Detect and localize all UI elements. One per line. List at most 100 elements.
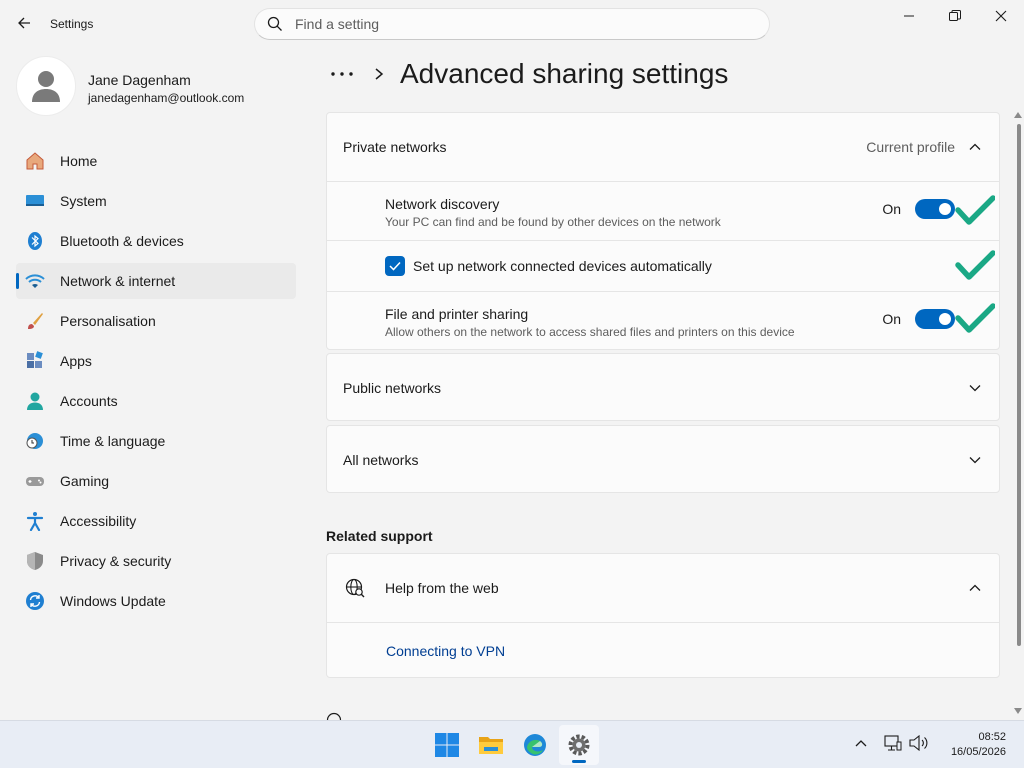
chevron-up-icon [969,584,981,591]
gaming-icon [26,477,44,486]
checkbox-check-icon [389,261,401,271]
edge-button[interactable] [515,725,555,765]
scroll-down-arrow-icon[interactable] [1014,708,1022,714]
search-box[interactable] [254,8,770,40]
sidebar-item-label: Home [60,153,98,169]
related-support-title: Related support [326,528,433,544]
network-discovery-title: Network discovery [385,196,500,212]
sidebar-item-label: Apps [60,353,92,369]
sidebar-item-accounts[interactable]: Accounts [16,383,296,419]
sidebar-item-apps[interactable]: Apps [16,343,296,379]
sidebar-item-privacy[interactable]: Privacy & security [16,543,296,579]
maximize-icon [949,10,961,21]
system-icon [26,195,44,206]
file-printer-sharing-toggle[interactable] [915,309,955,329]
sidebar-item-label: Accounts [60,393,118,409]
bluetooth-icon [28,232,42,250]
file-printer-sharing-desc: Allow others on the network to access sh… [385,325,795,339]
network-discovery-toggle[interactable] [915,199,955,219]
app-title: Settings [50,17,94,31]
all-networks-label: All networks [343,452,419,468]
help-from-web-header[interactable]: Help from the web [327,554,999,622]
chevron-right-icon [375,68,384,80]
auto-setup-row: Set up network connected devices automat… [327,240,999,291]
checkmark-annotation-icon [955,250,995,280]
current-profile-label: Current profile [866,139,955,155]
settings-taskbar-button[interactable] [559,725,599,765]
public-networks-header[interactable]: Public networks [327,354,999,422]
file-printer-sharing-row: File and printer sharing Allow others on… [327,291,999,350]
back-button[interactable] [12,10,36,36]
sidebar-item-home[interactable]: Home [16,143,296,179]
sidebar-item-system[interactable]: System [16,183,296,219]
maximize-button[interactable] [932,0,978,32]
all-networks-header[interactable]: All networks [327,426,999,494]
search-input[interactable] [295,14,755,34]
update-icon [26,592,44,610]
network-discovery-toggle-group: On [882,199,955,219]
back-arrow-icon [18,17,30,29]
sidebar-item-personalisation[interactable]: Personalisation [16,303,296,339]
web-search-icon [345,578,365,598]
profile-name: Jane Dagenham [88,72,191,88]
chevron-up-icon [969,143,981,150]
minimize-icon [904,15,914,17]
connecting-to-vpn-link[interactable]: Connecting to VPN [386,643,505,659]
volume-icon[interactable] [909,735,929,751]
breadcrumb-more-button[interactable] [326,58,358,90]
checkmark-annotation-icon [955,303,995,333]
sidebar-item-accessibility[interactable]: Accessibility [16,503,296,539]
sidebar-item-label: Time & language [60,433,166,449]
wifi-icon [25,274,45,288]
file-printer-sharing-state: On [882,311,901,327]
help-links-row: Connecting to VPN [327,622,999,678]
public-networks-label: Public networks [343,380,442,396]
edge-icon [524,734,546,756]
private-networks-header[interactable]: Private networks Current profile [327,113,999,181]
chevron-up-tray-icon[interactable] [855,739,867,747]
sidebar-item-label: Windows Update [60,593,166,609]
sidebar-nav: Home System Bluetooth & devices Network … [16,143,296,623]
public-networks-card[interactable]: Public networks [326,353,1000,421]
sidebar-item-windows-update[interactable]: Windows Update [16,583,296,619]
network-discovery-desc: Your PC can find and be found by other d… [385,215,721,229]
time-language-icon [26,433,43,449]
sidebar-item-gaming[interactable]: Gaming [16,463,296,499]
home-icon [26,152,44,170]
accessibility-icon [26,512,44,531]
all-networks-card[interactable]: All networks [326,425,1000,493]
sidebar-item-label: Bluetooth & devices [60,233,184,249]
avatar [16,56,76,116]
file-printer-sharing-title: File and printer sharing [385,306,529,322]
network-status-icon[interactable] [884,735,902,751]
sidebar-item-label: Network & internet [60,273,176,289]
chevron-down-icon [969,457,981,464]
minimize-button[interactable] [886,0,932,32]
clock-date: 16/05/2026 [950,746,1006,758]
chevron-down-icon [969,385,981,392]
sidebar-item-network[interactable]: Network & internet [16,263,296,299]
title-bar: Settings [0,0,1024,48]
user-profile[interactable]: Jane Dagenham janedagenham@outlook.com [16,56,296,120]
start-button[interactable] [427,725,467,765]
breadcrumb: Advanced sharing settings [326,56,1006,96]
auto-setup-checkbox[interactable] [385,256,405,276]
scroll-up-arrow-icon[interactable] [1014,112,1022,118]
close-button[interactable] [978,0,1024,32]
settings-icon [568,734,590,756]
help-from-web-card: Help from the web Connecting to VPN [326,553,1000,678]
sidebar-item-label: Gaming [60,473,110,489]
private-networks-label: Private networks [343,139,447,155]
accounts-icon [27,392,43,410]
help-from-web-label: Help from the web [385,580,499,596]
sidebar-item-time-language[interactable]: Time & language [16,423,296,459]
windows-start-icon [435,733,459,757]
page-title: Advanced sharing settings [400,58,729,89]
file-explorer-button[interactable] [471,725,511,765]
profile-email: janedagenham@outlook.com [88,91,245,105]
checkmark-annotation-icon [955,195,995,225]
clock[interactable]: 08:52 16/05/2026 [951,730,1006,760]
apps-icon [27,351,43,368]
scrollbar-thumb[interactable] [1017,124,1021,646]
sidebar-item-bluetooth[interactable]: Bluetooth & devices [16,223,296,259]
